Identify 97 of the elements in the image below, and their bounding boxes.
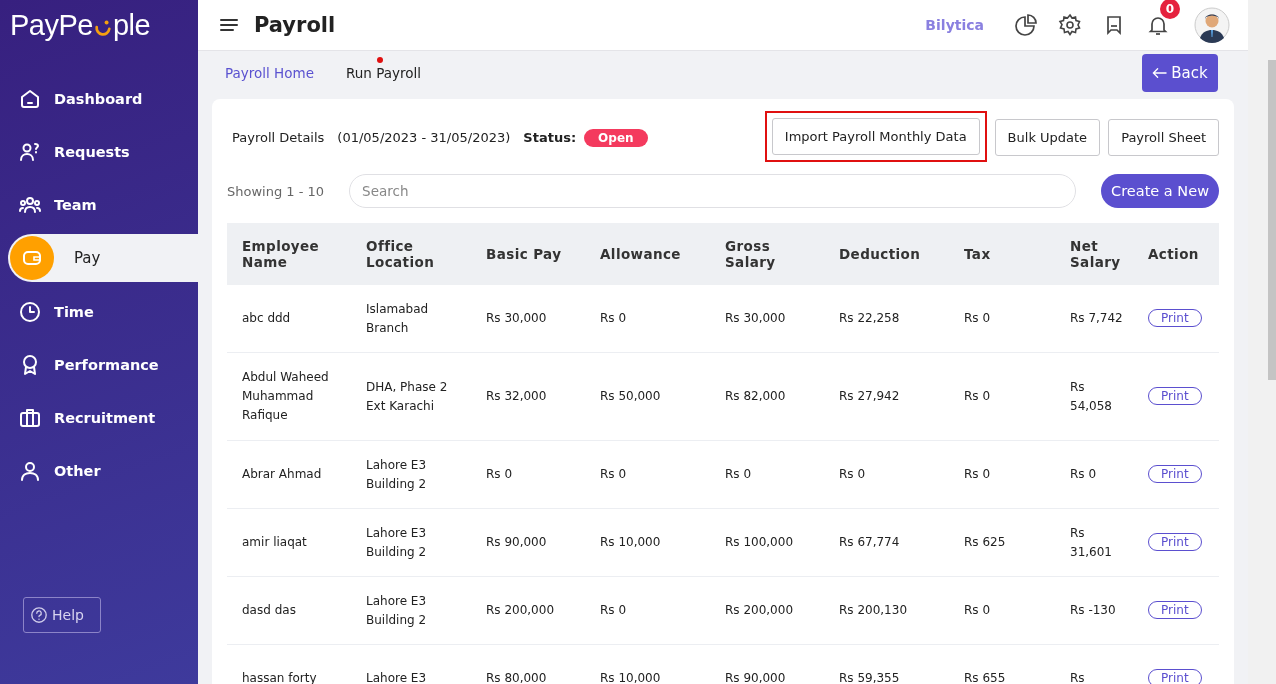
action-button[interactable]: Payroll Sheet: [1108, 119, 1219, 156]
table-cell: Rs 0: [600, 603, 627, 617]
column-header: Action: [1148, 246, 1199, 262]
table-cell: Rs 59,355: [839, 671, 900, 684]
table-cell: Rs 200,000: [486, 603, 555, 617]
nav-item[interactable]: Recruitment: [0, 391, 198, 444]
nav-item[interactable]: Requests: [0, 125, 198, 178]
table-cell: Rs 50,000: [600, 389, 661, 403]
table-cell: Rs 0: [964, 311, 991, 325]
print-button[interactable]: Print: [1148, 669, 1202, 684]
table-cell: Rs 200,000: [725, 603, 794, 617]
notification-count: 0: [1160, 0, 1180, 19]
table-cell: Rs 0: [600, 311, 627, 325]
showing-count: Showing 1 - 10: [227, 183, 325, 199]
table-cell: Lahore E3: [366, 671, 427, 684]
table-cell: dasd das: [242, 603, 296, 617]
table-cell: Rs 0: [839, 467, 866, 481]
table-cell: amir liaqat: [242, 535, 307, 549]
avatar[interactable]: [1194, 7, 1230, 43]
menu-icon[interactable]: [220, 18, 238, 32]
table-cell: Rs 0: [964, 389, 991, 403]
table-cell: Rs 7,742: [1070, 311, 1123, 325]
pie-chart-icon[interactable]: [1014, 13, 1038, 37]
nav-item[interactable]: Team: [0, 178, 198, 231]
action-button[interactable]: Import Payroll Monthly Data: [771, 118, 980, 155]
status-label: Status:: [523, 130, 577, 145]
table-cell: Rs 22,258: [839, 311, 900, 325]
table-cell: hassan forty: [242, 671, 317, 684]
table-cell: Rs 10,000: [600, 671, 661, 684]
print-button[interactable]: Print: [1148, 533, 1202, 551]
nav-item[interactable]: Time: [0, 285, 198, 338]
scrollbar[interactable]: [1248, 0, 1276, 684]
table-cell: Rs 90,000: [725, 671, 786, 684]
column-header: Tax: [964, 246, 991, 262]
print-button[interactable]: Print: [1148, 601, 1202, 619]
table-cell: Rs 0: [1070, 467, 1097, 481]
table-cell: Rs 200,130: [839, 603, 908, 617]
nav-item[interactable]: Other: [0, 444, 198, 497]
table-cell: Rs 54,058: [1070, 379, 1112, 413]
table-cell: Rs 10,000: [600, 535, 661, 549]
help-icon: [30, 606, 48, 624]
clock-icon: [18, 299, 42, 324]
table-cell: Rs 625: [964, 535, 1006, 549]
page-title: Payroll: [254, 13, 336, 37]
table-cell: Rs 100,000: [725, 535, 794, 549]
table-cell: Rs 27,942: [839, 389, 900, 403]
wallet-icon: [10, 236, 54, 280]
table-cell: Rs 0: [600, 467, 627, 481]
table-cell: Rs -130: [1070, 603, 1116, 617]
table-cell: Rs 31,601: [1070, 525, 1112, 559]
nav-item[interactable]: Pay: [8, 234, 198, 282]
column-header: Office Location: [366, 238, 435, 270]
table-cell: DHA, Phase 2 Ext Karachi: [366, 379, 448, 413]
table-cell: Rs 67,774: [839, 535, 900, 549]
table-cell: Rs 80,000: [486, 671, 547, 684]
breadcrumb-link[interactable]: Run Payroll: [346, 57, 421, 81]
nav-item[interactable]: Dashboard: [0, 72, 198, 125]
payroll-period: (01/05/2023 - 31/05/2023): [337, 130, 511, 145]
back-button[interactable]: Back: [1142, 54, 1218, 92]
column-header: Gross Salary: [725, 238, 776, 270]
column-header: Allowance: [600, 246, 681, 262]
table-cell: Rs 0: [964, 467, 991, 481]
table-cell: Rs 0: [486, 467, 513, 481]
table-cell: Lahore E3 Building 2: [366, 457, 427, 491]
table-cell: Rs 32,000: [486, 389, 547, 403]
table-cell: Lahore E3 Building 2: [366, 525, 427, 559]
table-cell: Abdul Waheed Muhammad Rafique: [242, 370, 329, 422]
status-badge: Open: [584, 128, 648, 147]
nav-item[interactable]: Performance: [0, 338, 198, 391]
table-cell: Rs 90,000: [486, 535, 547, 549]
table-cell: Islamabad Branch: [366, 301, 429, 335]
column-header: Deduction: [839, 246, 921, 262]
table-cell: Lahore E3 Building 2: [366, 593, 427, 627]
table-cell: Rs 655: [964, 671, 1006, 684]
column-header: Basic Pay: [486, 246, 562, 262]
help-button[interactable]: Help: [23, 597, 101, 633]
print-button[interactable]: Print: [1148, 309, 1202, 327]
arrow-left-icon: [1152, 67, 1168, 79]
settings-icon[interactable]: [1058, 13, 1082, 37]
table-cell: Rs: [1070, 671, 1085, 684]
print-button[interactable]: Print: [1148, 465, 1202, 483]
table-cell: Rs 0: [725, 467, 752, 481]
column-header: Employee Name: [242, 238, 320, 270]
column-header: Net Salary: [1070, 238, 1121, 270]
table-cell: Abrar Ahmad: [242, 467, 322, 481]
logo: PayPe ple: [9, 8, 152, 42]
table-cell: Rs 82,000: [725, 389, 786, 403]
action-button[interactable]: Bulk Update: [994, 119, 1101, 156]
breadcrumb-link[interactable]: Payroll Home: [225, 57, 314, 81]
table-cell: Rs 30,000: [725, 311, 786, 325]
search-field[interactable]: Search: [349, 174, 1077, 208]
table-cell: abc ddd: [242, 311, 291, 325]
print-button[interactable]: Print: [1148, 387, 1202, 405]
create-button[interactable]: Create a New: [1101, 174, 1219, 208]
payroll-details-label: Payroll Details: [232, 130, 325, 145]
table-cell: Rs 0: [964, 603, 991, 617]
table-cell: Rs 30,000: [486, 311, 547, 325]
